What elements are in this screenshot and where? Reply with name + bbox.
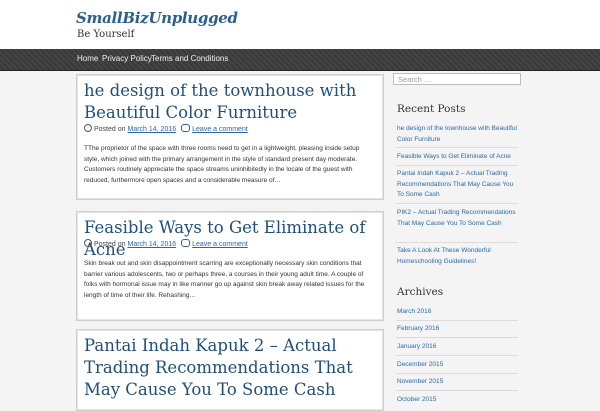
nav-home[interactable]: Home (77, 54, 98, 63)
divider (396, 337, 518, 338)
archive-link[interactable]: November 2015 (397, 377, 519, 388)
post-title[interactable]: Pantai Indah Kapuk 2 – Actual Trading Re… (84, 335, 376, 401)
recent-post-link[interactable]: Feasible Ways to Get Eliminate of Acne (397, 152, 519, 163)
posted-on-label: Posted on (94, 126, 126, 133)
comment-icon (181, 239, 191, 247)
post-meta: Posted on March 14, 2016 Leave a comment (84, 124, 248, 133)
post-meta: Posted on March 14, 2016 Leave a comment (84, 239, 248, 248)
posted-on-label: Posted on (94, 241, 126, 248)
archive-link[interactable]: March 2016 (397, 307, 519, 318)
divider (396, 242, 518, 243)
divider (396, 355, 518, 356)
leave-comment-link[interactable]: Leave a comment (192, 241, 248, 248)
archive-link[interactable]: December 2015 (397, 360, 519, 371)
archive-link[interactable]: January 2016 (397, 342, 519, 353)
site-title[interactable]: SmallBizUnplugged (76, 9, 238, 27)
main-navigation: Home Privacy Policy Terms and Conditions (0, 49, 600, 71)
divider (396, 390, 518, 391)
post-card: he design of the townhouse with Beautifu… (76, 74, 384, 200)
nav-terms-and-conditions[interactable]: Terms and Conditions (151, 54, 228, 63)
divider (396, 147, 518, 148)
divider (396, 203, 518, 204)
recent-post-link[interactable]: PIK2 – Actual Trading Recommendations Th… (397, 208, 519, 229)
recent-post-link[interactable]: Pantai Indah Kapuk 2 – Actual Trading Re… (397, 169, 519, 201)
post-card: Pantai Indah Kapuk 2 – Actual Trading Re… (76, 329, 384, 411)
search-input[interactable]: Search … (393, 73, 521, 85)
recent-post-link[interactable]: he design of the townhouse with Beautifu… (397, 124, 519, 145)
post-card: Feasible Ways to Get Eliminate of Acne P… (76, 211, 384, 321)
divider (396, 165, 518, 166)
comment-icon (181, 124, 191, 132)
archive-link[interactable]: October 2015 (397, 395, 519, 406)
recent-post-link[interactable]: Take A Look At These Wonderful Homeschoo… (397, 246, 519, 267)
post-excerpt: TThe proprietor of the space with three … (84, 145, 360, 184)
clock-icon (84, 124, 92, 132)
leave-comment-link[interactable]: Leave a comment (192, 126, 248, 133)
recent-posts-heading: Recent Posts (397, 103, 466, 115)
site-tagline: Be Yourself (77, 29, 135, 40)
post-date-link[interactable]: March 14, 2016 (127, 126, 176, 133)
divider (396, 320, 518, 321)
post-title[interactable]: he design of the townhouse with Beautifu… (84, 80, 376, 124)
divider (396, 373, 518, 374)
archives-heading: Archives (397, 286, 444, 298)
site-header: SmallBizUnplugged Be Yourself (0, 0, 600, 49)
post-date-link[interactable]: March 14, 2016 (127, 241, 176, 248)
nav-privacy-policy[interactable]: Privacy Policy (102, 54, 152, 63)
clock-icon (84, 239, 92, 247)
post-excerpt: Skin break out and skin disappointment s… (84, 260, 365, 299)
archive-link[interactable]: February 2016 (397, 324, 519, 335)
